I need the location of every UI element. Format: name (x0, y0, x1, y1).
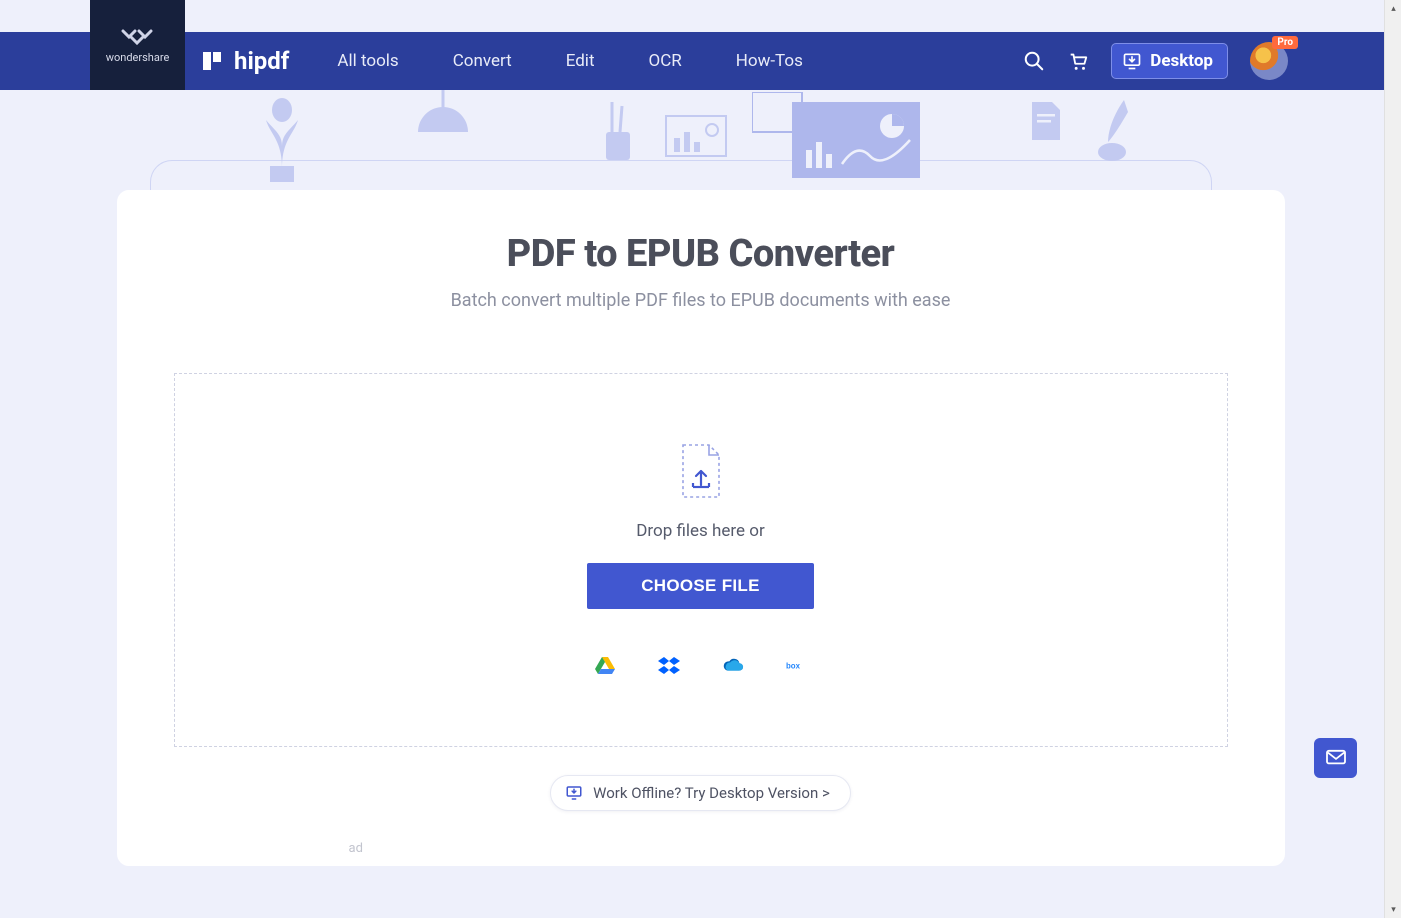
plant-icon (252, 90, 312, 185)
ad-label: ad (349, 841, 1285, 856)
converter-card: PDF to EPUB Converter Batch convert mult… (117, 190, 1285, 866)
product-name: hipdf (234, 47, 289, 75)
cart-icon (1067, 50, 1089, 72)
desktop-download-small-icon (565, 784, 583, 802)
nav-convert[interactable]: Convert (453, 51, 512, 71)
onedrive-icon[interactable] (722, 655, 744, 677)
decorative-strip (0, 90, 1384, 190)
svg-text:box: box (786, 662, 801, 671)
search-button[interactable] (1023, 50, 1045, 72)
page-subtitle: Batch convert multiple PDF files to EPUB… (117, 290, 1285, 311)
cloud-source-row: box (594, 655, 808, 677)
dropbox-icon[interactable] (658, 655, 680, 677)
nav-edit[interactable]: Edit (566, 51, 595, 71)
pro-badge: Pro (1272, 36, 1298, 49)
box-icon[interactable]: box (786, 655, 808, 677)
desktop-button-label: Desktop (1150, 51, 1213, 71)
small-chart-icon (664, 110, 728, 162)
nav-ocr[interactable]: OCR (649, 51, 682, 71)
analytics-board-icon (752, 92, 922, 182)
wondershare-text: wondershare (106, 51, 170, 64)
product-logo[interactable]: hipdf (200, 47, 289, 75)
dropzone-text: Drop files here or (636, 521, 764, 541)
document-icon (1028, 100, 1064, 142)
nav-howtos[interactable]: How-Tos (736, 51, 803, 71)
offline-desktop-pill[interactable]: Work Offline? Try Desktop Version > (550, 775, 851, 811)
cart-button[interactable] (1067, 50, 1089, 72)
quill-icon (1090, 96, 1140, 162)
download-desktop-icon (1122, 51, 1142, 71)
offline-pill-text: Work Offline? Try Desktop Version > (593, 784, 830, 802)
nav-items: All tools Convert Edit OCR How-Tos (337, 51, 802, 71)
upload-file-icon (679, 443, 723, 499)
wondershare-logo[interactable]: wondershare (90, 0, 185, 90)
file-dropzone[interactable]: Drop files here or CHOOSE FILE box (174, 373, 1228, 747)
scroll-down-arrow-icon[interactable]: ▾ (1385, 901, 1401, 918)
search-icon (1023, 50, 1045, 72)
user-avatar[interactable]: Pro (1250, 42, 1288, 80)
wondershare-mark-icon (121, 27, 155, 45)
pencil-cup-icon (598, 102, 638, 162)
desktop-button[interactable]: Desktop (1111, 43, 1228, 79)
page-title: PDF to EPUB Converter (117, 232, 1285, 276)
top-nav: hipdf All tools Convert Edit OCR How-Tos (0, 32, 1384, 90)
nav-all-tools[interactable]: All tools (337, 51, 398, 71)
choose-file-button[interactable]: CHOOSE FILE (587, 563, 814, 609)
hipdf-mark-icon (200, 49, 224, 73)
feedback-mail-button[interactable] (1314, 738, 1357, 778)
mail-icon (1325, 749, 1347, 767)
scrollbar-track[interactable]: ▴ ▾ (1384, 0, 1401, 918)
google-drive-icon[interactable] (594, 655, 616, 677)
lamp-icon (408, 90, 478, 152)
